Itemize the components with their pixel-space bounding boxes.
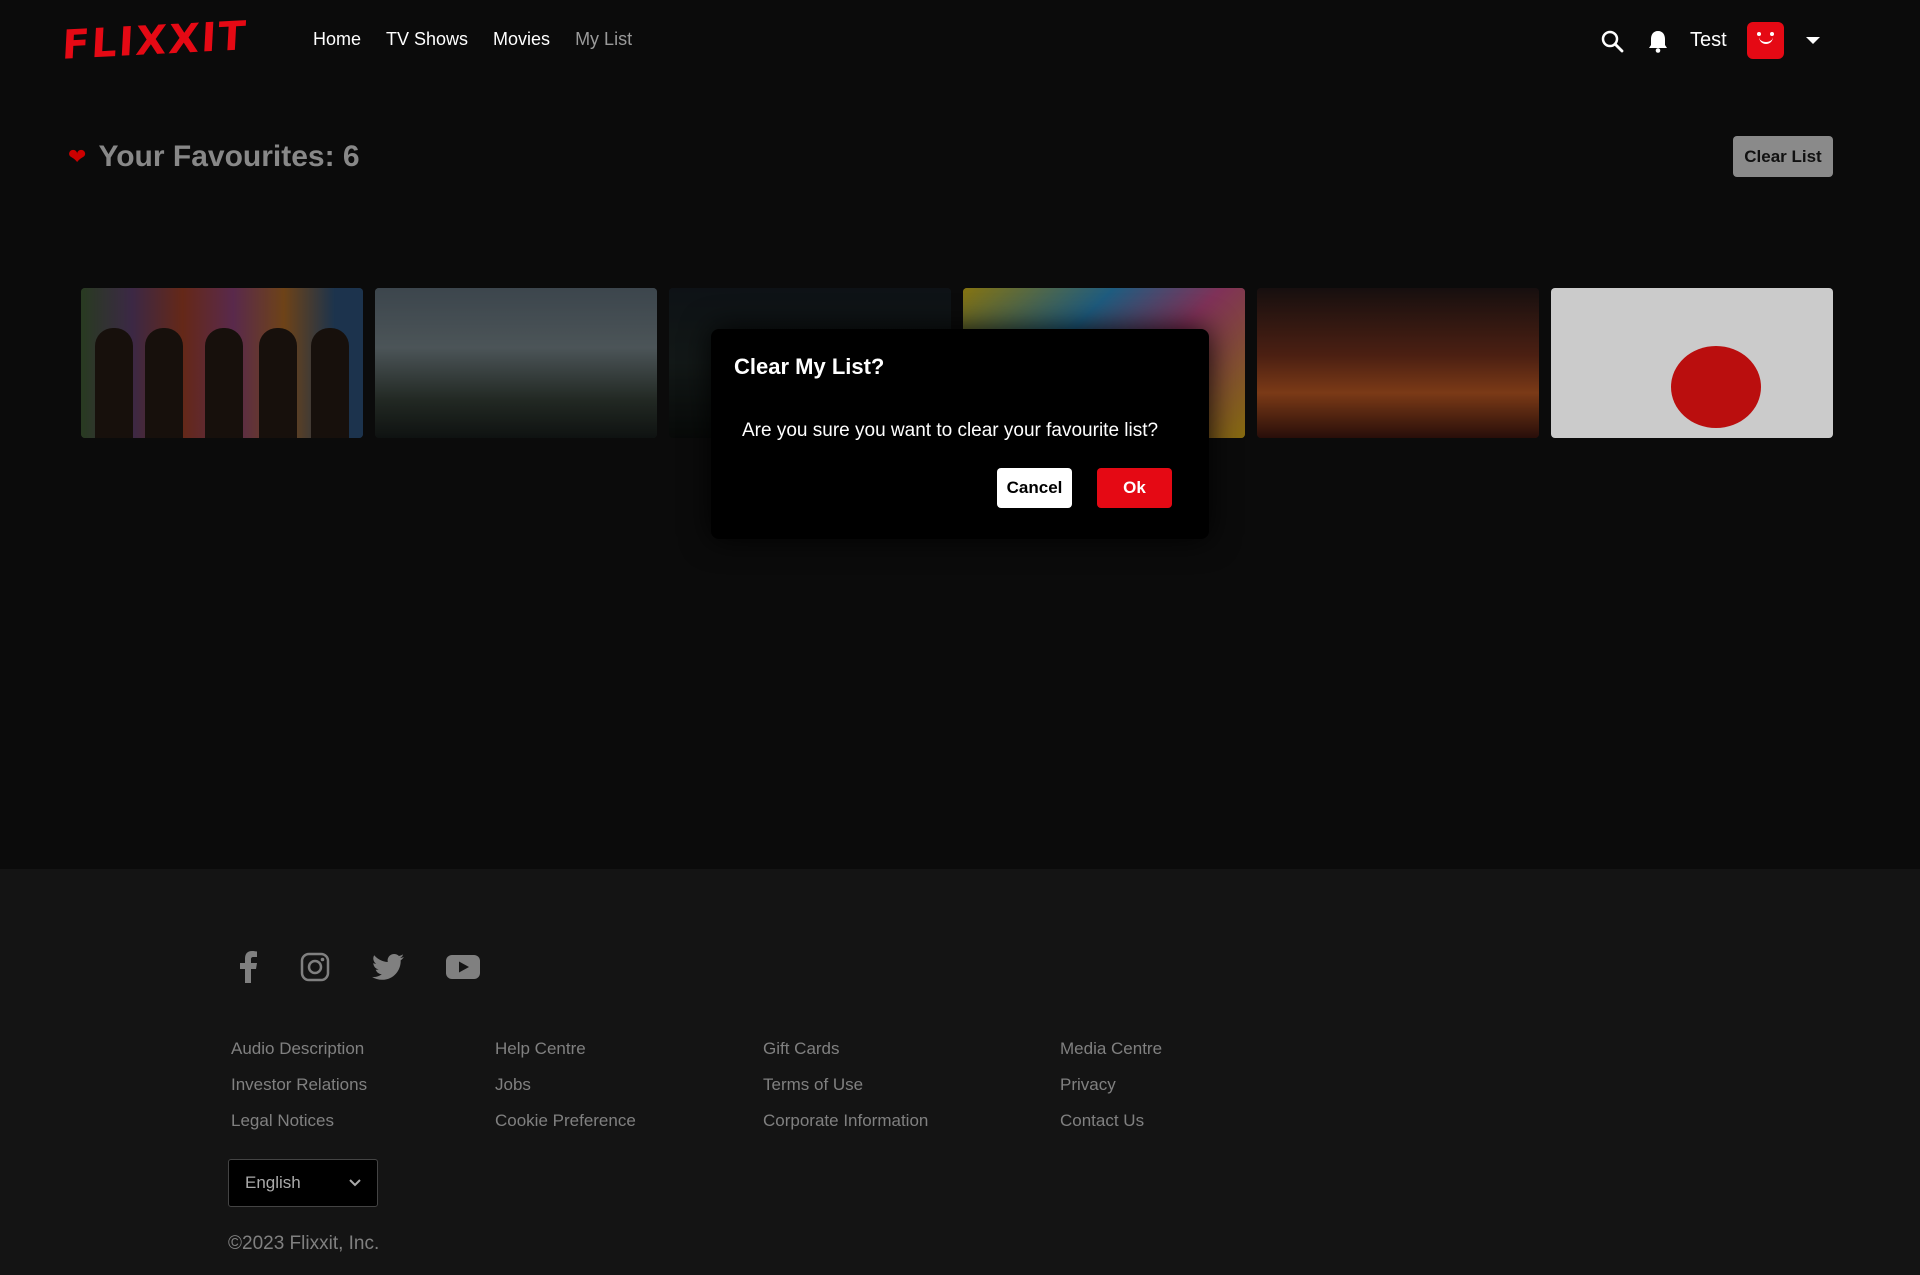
clear-list-button[interactable]: Clear List (1733, 136, 1833, 177)
youtube-icon[interactable] (446, 955, 480, 979)
nav-movies[interactable]: Movies (493, 29, 550, 50)
avatar[interactable] (1746, 22, 1784, 59)
footer: Audio Description Investor Relations Leg… (0, 869, 1920, 1275)
footer-link[interactable]: Jobs (495, 1067, 636, 1103)
favourite-card[interactable] (1257, 288, 1539, 438)
nav-tv-shows[interactable]: TV Shows (386, 29, 468, 50)
confirm-dialog: Clear My List? Are you sure you want to … (711, 329, 1209, 539)
footer-link[interactable]: Contact Us (1060, 1103, 1162, 1139)
favourite-card[interactable] (81, 288, 363, 438)
page-title: Your Favourites: 6 (98, 140, 360, 173)
footer-link[interactable]: Media Centre (1060, 1031, 1162, 1067)
nav-home[interactable]: Home (313, 29, 361, 50)
username[interactable]: Test (1690, 29, 1727, 52)
nav-my-list[interactable]: My List (575, 29, 632, 50)
footer-link[interactable]: Audio Description (231, 1031, 367, 1067)
heart-icon: ❤ (68, 144, 87, 169)
header-actions: Test (1598, 22, 1820, 59)
search-icon[interactable] (1598, 27, 1626, 55)
bell-icon[interactable] (1644, 27, 1672, 55)
cancel-button[interactable]: Cancel (997, 468, 1072, 508)
twitter-icon[interactable] (372, 954, 404, 980)
footer-column: Media Centre Privacy Contact Us (1060, 1031, 1162, 1139)
copyright: ©2023 Flixxit, Inc. (228, 1233, 380, 1254)
footer-column: Audio Description Investor Relations Leg… (231, 1031, 367, 1139)
flixxit-logo[interactable]: FLIXXIT (61, 13, 249, 69)
language-select[interactable]: English (228, 1159, 378, 1207)
favourite-card[interactable] (375, 288, 657, 438)
footer-column: Help Centre Jobs Cookie Preference (495, 1031, 636, 1139)
chevron-down-icon (349, 1179, 361, 1187)
dialog-title: Clear My List? (734, 354, 885, 379)
dialog-message: Are you sure you want to clear your favo… (742, 420, 1159, 441)
main-nav: Home TV Shows Movies My List (313, 29, 632, 50)
footer-link[interactable]: Legal Notices (231, 1103, 367, 1139)
top-header: FLIXXIT Home TV Shows Movies My List Tes… (0, 0, 1920, 80)
chevron-down-icon[interactable] (1805, 37, 1820, 44)
favourites-heading: ❤ Your Favourites: 6 (68, 140, 360, 174)
footer-link[interactable]: Corporate Information (763, 1103, 928, 1139)
page: FLIXXIT Home TV Shows Movies My List Tes… (0, 0, 1920, 1275)
footer-link[interactable]: Terms of Use (763, 1067, 928, 1103)
footer-column: Gift Cards Terms of Use Corporate Inform… (763, 1031, 928, 1139)
ok-button[interactable]: Ok (1097, 468, 1172, 508)
footer-link[interactable]: Help Centre (495, 1031, 636, 1067)
footer-link[interactable]: Cookie Preference (495, 1103, 636, 1139)
social-links (238, 951, 480, 983)
language-value: English (245, 1173, 301, 1192)
favourite-card[interactable] (1551, 288, 1833, 438)
footer-link[interactable]: Gift Cards (763, 1031, 928, 1067)
footer-link[interactable]: Investor Relations (231, 1067, 367, 1103)
footer-link[interactable]: Privacy (1060, 1067, 1162, 1103)
facebook-icon[interactable] (238, 951, 258, 983)
instagram-icon[interactable] (300, 952, 330, 982)
